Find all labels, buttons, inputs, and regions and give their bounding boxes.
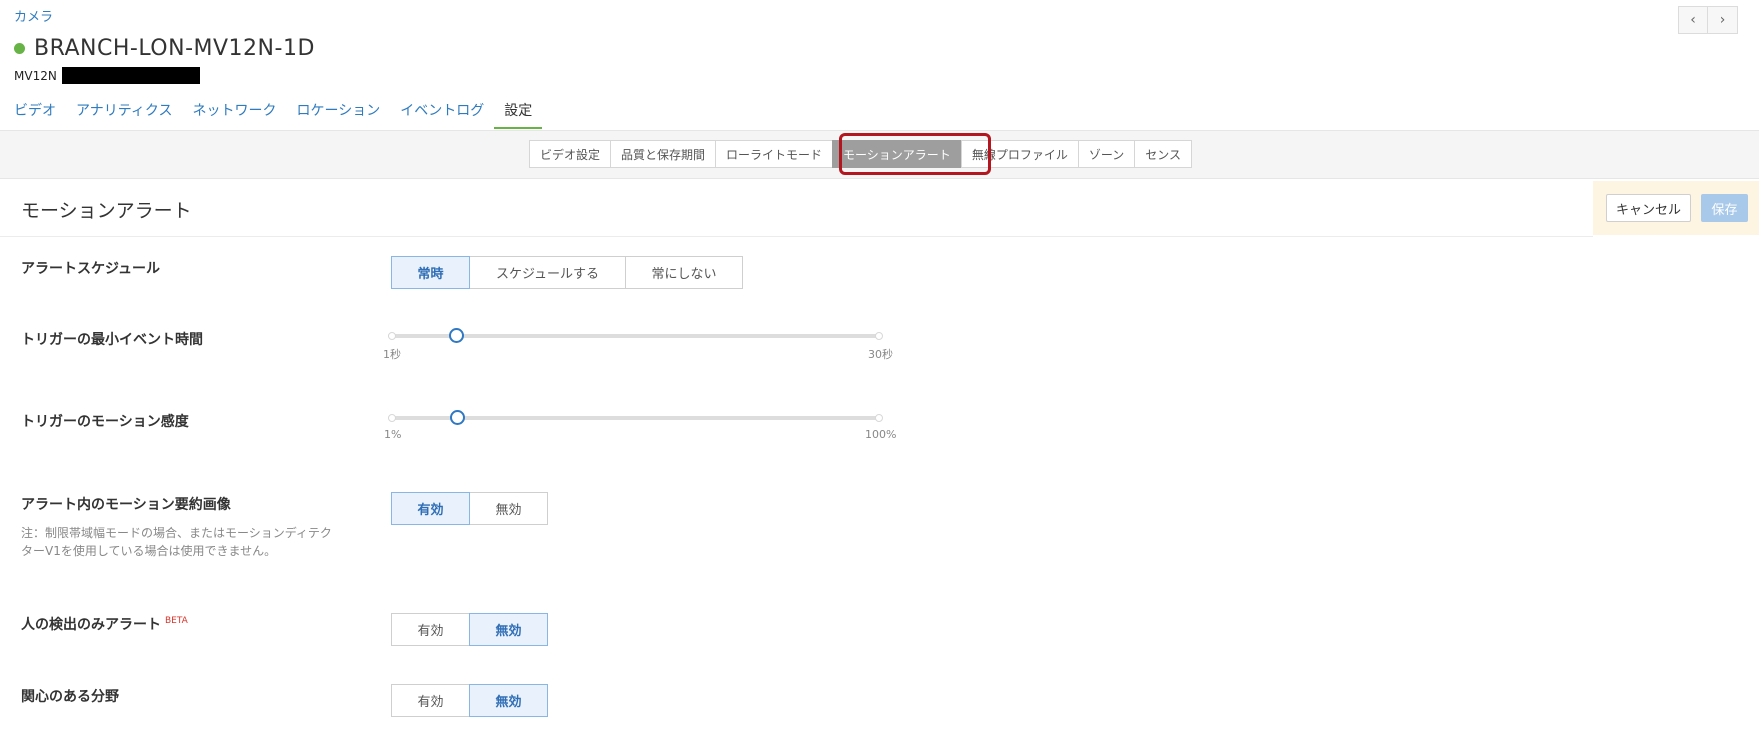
tab-5[interactable]: 設定 [494,100,543,129]
area-of-interest-options: 有効 無効 [391,684,548,717]
slider-handle[interactable] [448,328,464,343]
redacted-serial [61,67,200,84]
chevron-left-icon[interactable]: ‹ [1678,6,1708,34]
motion-sensitivity-label: トリガーのモーション感度 [21,414,189,430]
slider-end-dot [875,414,883,422]
area-of-interest-label: 関心のある分野 [21,689,119,705]
slider-min-label: 1秒 [383,348,401,361]
device-pager: ‹ › [1678,6,1738,34]
alert-schedule-option-2[interactable]: 常にしない [625,256,743,289]
subtab-2[interactable]: ローライトモード [715,140,834,168]
tab-1[interactable]: アナリティクス [76,100,172,129]
person-only-option-1[interactable]: 無効 [469,613,548,646]
alert-schedule-label: アラートスケジュール [21,261,161,277]
device-name: BRANCH-LON-MV12N-1D [34,36,315,61]
summary-image-option-0[interactable]: 有効 [391,492,470,525]
top-tabs: ビデオ アナリティクス ネットワーク ロケーション イベントログ 設定 [0,100,1759,130]
area-of-interest-option-0[interactable]: 有効 [391,684,470,717]
subtab-1[interactable]: 品質と保存期間 [610,140,717,168]
device-header: BRANCH-LON-MV12N-1D [14,36,315,61]
section-title: モーションアラート [21,200,192,222]
subtab-5[interactable]: ゾーン [1077,140,1136,168]
person-only-label-text: 人の検出のみアラート [21,617,161,633]
summary-image-option-1[interactable]: 無効 [469,492,548,525]
tab-3[interactable]: ロケーション [296,100,380,129]
cancel-button[interactable]: キャンセル [1606,194,1691,222]
slider-min-label: 1% [384,428,402,441]
tab-2[interactable]: ネットワーク [192,100,276,129]
summary-image-note: 注：制限帯域幅モードの場合、またはモーションディテクターV1を使用している場合は… [21,526,332,558]
save-button[interactable]: 保存 [1701,194,1748,222]
slider-start-dot [388,332,396,340]
slider-handle[interactable] [450,410,466,425]
person-only-options: 有効 無効 [391,613,548,646]
chevron-right-icon[interactable]: › [1708,6,1738,34]
person-only-label: 人の検出のみアラート BETA [21,614,188,634]
tab-0[interactable]: ビデオ [14,100,56,129]
save-bar: キャンセル 保存 [1593,181,1759,235]
area-of-interest-option-1[interactable]: 無効 [469,684,548,717]
slider-start-dot [388,414,396,422]
tab-4[interactable]: イベントログ [400,100,484,129]
slider-end-dot [875,332,883,340]
device-model-row: MV12N [14,67,200,84]
beta-badge: BETA [165,616,188,627]
subtab-6[interactable]: センス [1134,140,1192,168]
alert-schedule-option-1[interactable]: スケジュールする [469,256,626,289]
summary-image-options: 有効 無効 [391,492,548,525]
highlight-annotation [839,133,991,175]
breadcrumb-cameras[interactable]: カメラ [14,6,53,25]
alert-schedule-option-0[interactable]: 常時 [391,256,470,289]
status-dot-icon [14,43,25,54]
person-only-option-0[interactable]: 有効 [391,613,470,646]
section-divider [0,236,1593,237]
subtab-0[interactable]: ビデオ設定 [529,140,612,168]
slider-max-label: 30秒 [868,348,893,361]
min-event-time-label: トリガーの最小イベント時間 [21,332,203,348]
alert-schedule-options: 常時 スケジュールする 常にしない [391,256,743,289]
summary-image-label: アラート内のモーション要約画像 [21,497,231,513]
slider-max-label: 100% [865,428,897,441]
device-model: MV12N [14,68,57,83]
